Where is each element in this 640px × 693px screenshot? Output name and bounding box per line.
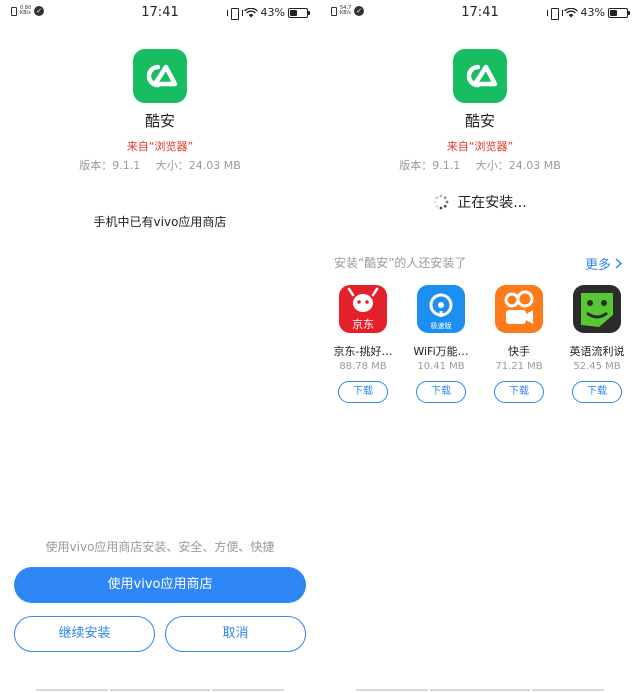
- recommend-item-size: 71.21 MB: [495, 361, 543, 372]
- liulishuo-icon: [573, 285, 621, 333]
- battery-percent: 43%: [580, 6, 605, 19]
- battery-percent: 43%: [260, 6, 285, 19]
- battery-icon: [288, 7, 310, 18]
- app-version: 版本：9.1.1: [79, 159, 141, 172]
- app-name: 酷安: [144, 112, 175, 130]
- nav-bar-segment: [356, 689, 428, 691]
- app-source: 来自“浏览器”: [126, 140, 194, 153]
- wifi-key-icon-text: 极速版: [430, 322, 452, 330]
- installing-status: 正在安装...: [320, 192, 640, 212]
- continue-install-button[interactable]: 继续安装: [14, 616, 155, 652]
- download-button[interactable]: 下载: [338, 381, 388, 403]
- battery-level-fill: [290, 9, 297, 16]
- app-size: 大小：24.03 MB: [475, 159, 561, 172]
- install-screen-right: 54.7 KB/s ✓ 17:41 43% 酷安 来自“浏览器” 版本：9.1.…: [320, 0, 640, 693]
- download-button[interactable]: 下载: [494, 381, 544, 403]
- app-name: 酷安: [464, 112, 495, 130]
- use-vivo-store-button[interactable]: 使用vivo应用商店: [14, 567, 306, 603]
- more-link[interactable]: 更多: [585, 254, 622, 273]
- nav-bar-segment: [212, 689, 284, 691]
- nav-bar-segment: [430, 689, 530, 691]
- app-version: 版本：9.1.1: [399, 159, 461, 172]
- wifi-icon: [243, 7, 258, 17]
- status-right: 43%: [546, 6, 630, 20]
- app-size: 大小：24.03 MB: [155, 159, 241, 172]
- store-notice: 手机中已有vivo应用商店: [93, 215, 227, 229]
- cancel-button[interactable]: 取消: [165, 616, 306, 652]
- nav-bar-segment: [36, 689, 108, 691]
- download-button[interactable]: 下载: [416, 381, 466, 403]
- battery-icon: [608, 7, 630, 18]
- nav-bar-segment: [110, 689, 210, 691]
- wifi-icon: [563, 7, 578, 17]
- app-meta: 版本：9.1.1 大小：24.03 MB: [320, 157, 640, 173]
- app-source: 来自“浏览器”: [446, 140, 514, 153]
- store-hint: 使用vivo应用商店安装、安全、方便、快捷: [45, 540, 275, 554]
- recommend-title: 安装“酷安”的人还安装了: [334, 256, 467, 270]
- kuaishou-icon: [495, 285, 543, 333]
- installing-text: 正在安装...: [457, 195, 527, 211]
- install-screen-left: 0.80 KB/s ✓ 17:41 43% 酷安 来自“浏览器” 版本：9.1.…: [0, 0, 320, 693]
- vibrate-icon: [226, 7, 243, 20]
- more-link-label: 更多: [584, 258, 611, 273]
- loading-spinner-icon: [433, 194, 449, 210]
- vibrate-icon: [546, 7, 563, 20]
- status-bar: 0.80 KB/s ✓ 17:41 43%: [0, 0, 320, 26]
- recommend-item-name: 英语流利说: [569, 345, 625, 358]
- recommend-item-size: 52.45 MB: [573, 361, 621, 372]
- app-meta: 版本：9.1.1 大小：24.03 MB: [0, 157, 320, 173]
- status-right: 43%: [226, 6, 310, 20]
- download-button[interactable]: 下载: [572, 381, 622, 403]
- recommend-item-size: 88.78 MB: [339, 361, 387, 372]
- chevron-right-icon: [615, 258, 622, 269]
- wifi-key-icon: 极速版: [417, 285, 465, 333]
- recommend-item-name: 快手: [508, 345, 530, 358]
- coolapk-logo-icon: [453, 49, 507, 103]
- jd-icon: 京东: [339, 285, 387, 333]
- coolapk-logo-icon: [133, 49, 187, 103]
- recommend-item-name: WiFi万能…: [413, 345, 469, 358]
- jd-icon-text: 京东: [352, 318, 374, 331]
- nav-bar-segment: [532, 689, 604, 691]
- recommend-item-name: 京东-挑好…: [333, 345, 393, 358]
- status-bar: 54.7 KB/s ✓ 17:41 43%: [320, 0, 640, 26]
- battery-level-fill: [610, 9, 617, 16]
- recommend-item-size: 10.41 MB: [417, 361, 465, 372]
